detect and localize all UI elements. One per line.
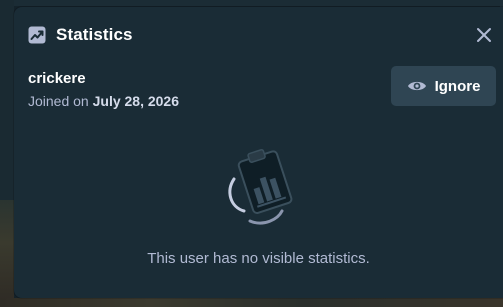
modal-title: Statistics bbox=[56, 25, 133, 44]
close-button[interactable] bbox=[475, 26, 493, 44]
background-artwork-left bbox=[0, 200, 14, 307]
joined-date-line: Joined on July 28, 2026 bbox=[28, 93, 179, 109]
clipboard-chart-icon bbox=[220, 145, 310, 235]
close-icon bbox=[477, 28, 491, 42]
ignore-button[interactable]: Ignore bbox=[391, 66, 496, 106]
joined-date: July 28, 2026 bbox=[92, 93, 180, 109]
statistics-modal: Statistics crickere Joined on July 28, 2… bbox=[14, 7, 503, 298]
trending-up-icon bbox=[28, 26, 46, 44]
joined-prefix: Joined on bbox=[28, 93, 89, 109]
background-top-strip bbox=[0, 0, 503, 6]
background-artwork-bottom bbox=[0, 298, 503, 307]
ignore-label: Ignore bbox=[434, 77, 481, 95]
empty-state-message: This user has no visible statistics. bbox=[147, 250, 370, 267]
modal-header: Statistics bbox=[28, 25, 133, 45]
eye-icon bbox=[407, 76, 427, 96]
username: crickere bbox=[28, 70, 86, 87]
